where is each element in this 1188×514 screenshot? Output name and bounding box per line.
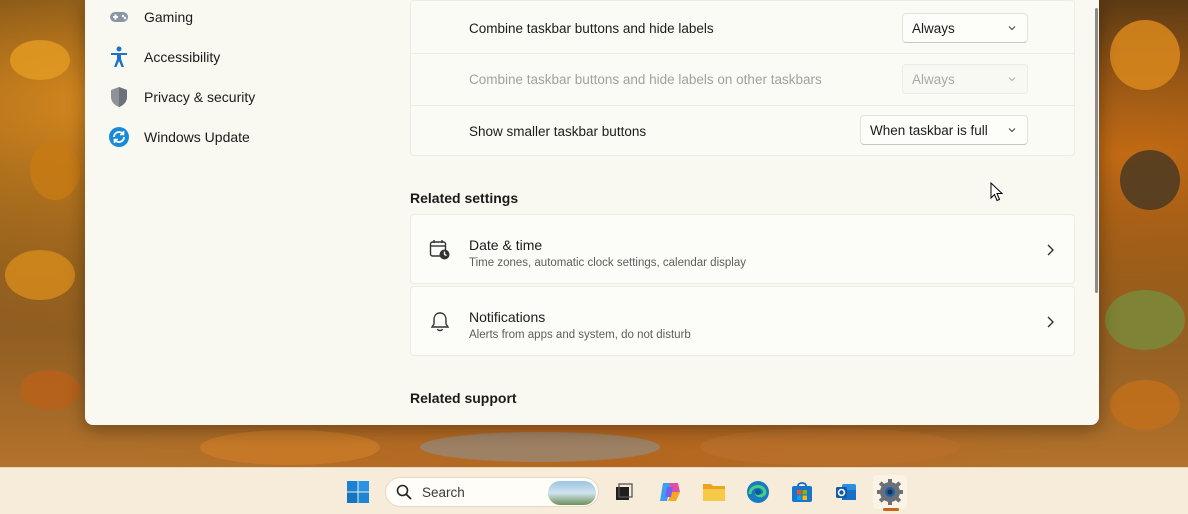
task-view-button[interactable]: [607, 475, 641, 509]
nav-label: Windows Update: [144, 129, 250, 145]
related-settings-heading: Related settings: [410, 190, 518, 206]
chevron-down-icon: [1007, 74, 1017, 84]
chevron-right-icon: [1044, 243, 1056, 257]
link-title: Date & time: [469, 237, 542, 253]
start-button[interactable]: [341, 475, 375, 509]
date-time-link[interactable]: Date & time Time zones, automatic clock …: [410, 214, 1075, 284]
chevron-down-icon: [1007, 23, 1017, 33]
settings-content: Combine taskbar buttons and hide labels …: [410, 0, 1075, 425]
nav-label: Privacy & security: [144, 89, 255, 105]
nav-item-accessibility[interactable]: Accessibility: [102, 39, 392, 75]
outlook-icon: [834, 480, 858, 504]
windows-update-icon: [108, 126, 130, 148]
active-app-indicator: [883, 508, 899, 511]
setting-row-smaller-buttons: Show smaller taskbar buttons When taskba…: [410, 106, 1075, 156]
setting-label: Show smaller taskbar buttons: [469, 124, 646, 139]
combine-other-taskbars-dropdown[interactable]: Always: [902, 64, 1028, 94]
dropdown-value: Always: [912, 21, 955, 36]
file-explorer-icon: [702, 481, 726, 503]
setting-row-combine-buttons: Combine taskbar buttons and hide labels …: [410, 3, 1075, 53]
edge-button[interactable]: [741, 475, 775, 509]
bell-icon: [429, 311, 451, 333]
mouse-pointer-icon: [990, 182, 1004, 202]
nav-label: Gaming: [144, 9, 193, 25]
link-subtitle: Time zones, automatic clock settings, ca…: [469, 257, 746, 269]
nav-item-gaming[interactable]: Gaming: [102, 0, 392, 35]
link-subtitle: Alerts from apps and system, do not dist…: [469, 329, 691, 341]
search-icon: [396, 484, 412, 500]
shield-icon: [108, 86, 130, 108]
setting-label: Combine taskbar buttons and hide labels: [469, 21, 714, 36]
task-view-icon: [613, 481, 635, 503]
search-highlight-image: [548, 481, 596, 505]
setting-label: Combine taskbar buttons and hide labels …: [469, 72, 822, 87]
date-time-icon: [429, 239, 451, 261]
settings-button[interactable]: [873, 475, 907, 509]
store-button[interactable]: [785, 475, 819, 509]
dropdown-value: Always: [912, 72, 955, 87]
setting-row-combine-other-taskbars: Combine taskbar buttons and hide labels …: [410, 54, 1075, 105]
gaming-icon: [108, 6, 130, 28]
copilot-button[interactable]: [653, 475, 687, 509]
settings-window: Gaming Accessibility Privacy & security …: [85, 0, 1099, 425]
edge-icon: [746, 480, 770, 504]
store-icon: [790, 480, 814, 504]
link-title: Notifications: [469, 309, 545, 325]
settings-icon: [877, 479, 903, 505]
combine-buttons-dropdown[interactable]: Always: [902, 13, 1028, 43]
dropdown-value: When taskbar is full: [870, 123, 988, 138]
smaller-buttons-dropdown[interactable]: When taskbar is full: [860, 115, 1028, 145]
scrollbar[interactable]: [1095, 8, 1098, 293]
nav-label: Accessibility: [144, 49, 220, 65]
nav-item-privacy-security[interactable]: Privacy & security: [102, 79, 392, 115]
accessibility-icon: [108, 46, 130, 68]
chevron-right-icon: [1044, 315, 1056, 329]
nav-item-windows-update[interactable]: Windows Update: [102, 119, 392, 155]
taskbar: Search: [0, 467, 1188, 514]
outlook-button[interactable]: [829, 475, 863, 509]
chevron-down-icon: [1007, 125, 1017, 135]
taskbar-search-box[interactable]: Search: [385, 477, 599, 507]
settings-nav: Gaming Accessibility Privacy & security …: [85, 0, 405, 425]
search-placeholder: Search: [422, 485, 465, 500]
start-icon: [346, 480, 370, 504]
related-support-heading: Related support: [410, 390, 517, 406]
file-explorer-button[interactable]: [697, 475, 731, 509]
notifications-link[interactable]: Notifications Alerts from apps and syste…: [410, 286, 1075, 356]
copilot-icon: [658, 480, 682, 504]
